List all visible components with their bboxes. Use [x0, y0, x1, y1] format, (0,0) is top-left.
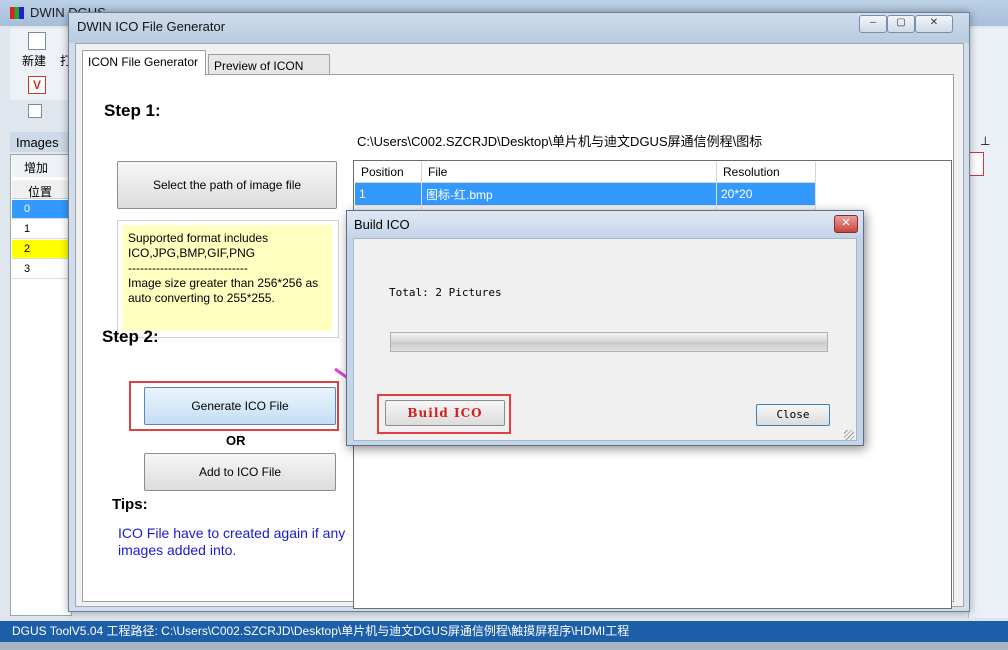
build-ico-dialog: Build ICO ✕ Total: 2 Pictures Build ICO … — [346, 210, 864, 446]
build-dialog-title: Build ICO — [354, 217, 410, 232]
images-column-position-label: 位置 — [28, 185, 53, 199]
list-item[interactable]: 2 — [12, 240, 68, 259]
add-to-ico-button[interactable]: Add to ICO File — [144, 453, 336, 491]
new-file-icon[interactable] — [28, 32, 46, 50]
resize-grip-icon[interactable] — [844, 430, 854, 440]
images-add-button[interactable]: 增加 — [24, 159, 48, 176]
total-pictures-label: Total: 2 Pictures — [389, 286, 502, 299]
or-label: OR — [226, 433, 246, 448]
row-file: 图标-红.bmp — [421, 182, 717, 206]
step2-title: Step 2: — [102, 327, 159, 346]
row-resolution: 20*20 — [716, 182, 816, 206]
maximize-button[interactable]: ▢ — [887, 15, 915, 33]
select-path-button[interactable]: Select the path of image file — [117, 161, 337, 209]
close-button[interactable]: ✕ — [915, 15, 953, 33]
column-file[interactable]: File — [421, 162, 717, 183]
tab-preview-ico[interactable]: Preview of ICON File — [208, 54, 330, 95]
image-path-label: C:\Users\C002.SZCRJD\Desktop\单片机与迪文DGUS屏… — [357, 134, 763, 149]
build-progress-bar — [390, 332, 828, 352]
format-info-frame: Supported format includes ICO,JPG,BMP,GI… — [117, 220, 339, 338]
table-row[interactable]: 1 图标-红.bmp 20*20 — [355, 182, 816, 206]
list-item[interactable]: 0 — [12, 200, 68, 219]
status-bar: DGUS ToolV5.04 工程路径: C:\Users\C002.SZCRJ… — [0, 621, 1008, 642]
build-dialog-close-icon[interactable]: ✕ — [834, 215, 858, 233]
new-button-label[interactable]: 新建 — [22, 52, 46, 69]
build-dialog-client: Total: 2 Pictures Build ICO Close — [353, 238, 857, 441]
build-dialog-titlebar[interactable] — [347, 211, 863, 237]
list-item[interactable]: 3 — [12, 260, 68, 279]
bottom-strip — [0, 642, 1008, 650]
row-position: 1 — [355, 182, 422, 206]
right-side-panel — [968, 28, 1008, 618]
tips-title: Tips: — [112, 496, 148, 513]
column-resolution[interactable]: Resolution — [716, 162, 816, 183]
tips-text: ICO File have to created again if any im… — [118, 525, 346, 558]
generate-ico-button[interactable]: Generate ICO File — [144, 387, 336, 425]
close-dialog-button[interactable]: Close — [756, 404, 830, 426]
color-swatch — [968, 152, 984, 176]
verify-icon[interactable]: V — [28, 76, 46, 94]
list-item[interactable]: 1 — [12, 220, 68, 239]
align-icon[interactable] — [28, 104, 42, 118]
dwin-logo-icon — [10, 7, 24, 19]
pin-icon[interactable]: ⊥ — [980, 134, 990, 148]
table-header-row: Position File Resolution — [355, 162, 816, 183]
images-panel-title: Images — [16, 135, 59, 150]
format-info-text: Supported format includes ICO,JPG,BMP,GI… — [122, 225, 332, 331]
minimize-button[interactable]: – — [859, 15, 887, 33]
build-ico-button[interactable]: Build ICO — [385, 400, 505, 426]
tab-ico-generator[interactable]: ICON File Generator — [82, 50, 206, 75]
step1-title: Step 1: — [104, 101, 161, 120]
column-position[interactable]: Position — [355, 162, 422, 183]
dialog-title: DWIN ICO File Generator — [77, 19, 226, 34]
